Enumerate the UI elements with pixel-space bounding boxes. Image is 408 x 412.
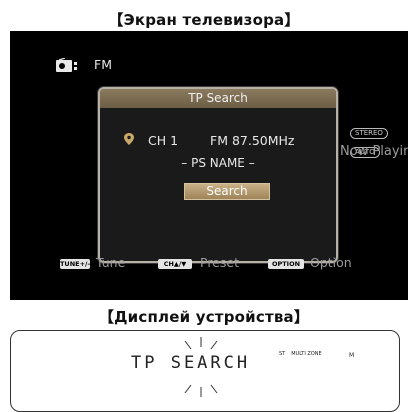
preset-key-icon: CH▲/▼ bbox=[158, 259, 192, 269]
frequency-label: FM 87.50MHz bbox=[210, 133, 295, 148]
tv-screen: FM STEREOAUTO Now Playing TP Search CH 1… bbox=[10, 31, 408, 300]
tune-hint: Tune bbox=[96, 255, 126, 270]
tp-search-dialog: TP Search CH 1 FM 87.50MHz – PS NAME – S… bbox=[98, 87, 338, 263]
dialog-title: TP Search bbox=[100, 89, 336, 108]
stereo-indicator: ST bbox=[279, 351, 286, 357]
now-playing-label: Now Playing bbox=[340, 144, 408, 159]
radio-icon bbox=[56, 58, 77, 72]
multi-zone-indicator: MULTI ZONE bbox=[291, 351, 322, 357]
lcd-text: TP SEARCH bbox=[131, 353, 251, 373]
tv-screen-caption: 【Экран телевизора】 bbox=[108, 11, 300, 29]
channel-label: CH 1 bbox=[148, 133, 179, 148]
footer-hints: TUNE+/– Tune CH▲/▼ Preset OPTION Option bbox=[60, 255, 400, 275]
tune-key-icon: TUNE+/– bbox=[60, 259, 91, 269]
source-label: FM bbox=[94, 57, 112, 72]
option-hint: Option bbox=[310, 255, 352, 270]
preset-hint: Preset bbox=[200, 255, 239, 270]
option-key-icon: OPTION bbox=[268, 259, 304, 269]
ps-name-label: – PS NAME – bbox=[181, 156, 255, 170]
lcd-marker: M bbox=[349, 352, 355, 359]
search-button[interactable]: Search bbox=[184, 183, 270, 200]
device-display-caption: 【Дисплей устройства】 bbox=[98, 308, 310, 326]
device-display: ST MULTI ZONE M TP SEARCH bbox=[10, 330, 400, 412]
location-pin-icon bbox=[124, 133, 134, 145]
lcd-indicators: ST MULTI ZONE bbox=[279, 351, 328, 357]
stereo-badge: STEREO bbox=[350, 128, 388, 139]
